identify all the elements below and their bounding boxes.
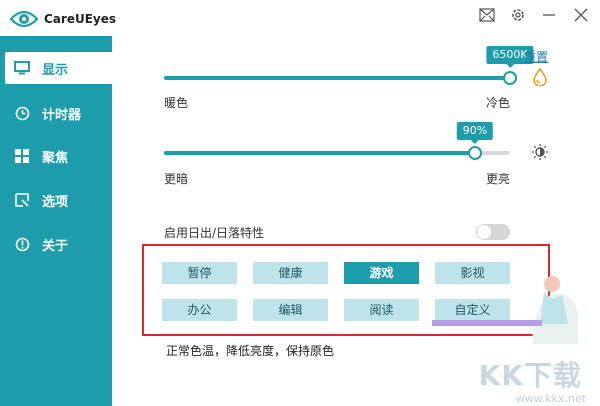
slider-thumb[interactable] [468,146,482,160]
monitor-icon [14,60,30,76]
person-illustration [532,276,578,344]
display-settings-panel: 6500K 重置 暖色 冷色 90% 更暗 更亮 启用日出/日落特性 暂停 健康… [112,36,600,406]
mode-description: 正常色温，降低亮度，保持原色 [166,344,335,358]
mode-button-office[interactable]: 办公 [162,299,237,321]
info-icon [14,236,30,252]
mode-button-custom[interactable]: 自定义 [435,299,510,321]
watermark-url: www.kkx.net [515,392,586,405]
sidebar-item-display[interactable]: 显示 [5,52,112,84]
eye-logo-icon [10,9,38,29]
sunrise-sunset-toggle[interactable] [476,224,510,240]
sidebar-item-label: 选项 [42,194,69,210]
toggle-knob [477,225,491,239]
sidebar-item-label: 显示 [42,62,69,78]
drop-icon [532,67,548,89]
app-brand: CareUEyes [10,6,116,32]
slider-fill [164,151,475,155]
close-icon[interactable] [572,6,590,24]
brightness-value-tooltip: 90% [456,122,494,144]
gear-icon[interactable] [509,6,527,24]
sidebar-item-label: 聚焦 [42,150,69,166]
app-title: CareUEyes [44,12,117,26]
brightness-slider[interactable] [164,145,510,161]
mode-button-health[interactable]: 健康 [253,262,328,284]
mode-button-pause[interactable]: 暂停 [162,262,237,284]
sidebar-item-focus[interactable]: 聚焦 [0,140,112,172]
brighter-label: 更亮 [486,172,511,186]
options-icon [14,192,30,208]
color-temp-slider[interactable] [164,70,517,86]
desk-illustration [432,320,542,326]
mode-button-edit[interactable]: 编辑 [253,299,328,321]
slider-thumb[interactable] [503,71,517,85]
sunrise-sunset-label: 启用日出/日落特性 [164,226,265,240]
clock-icon [14,105,30,121]
cool-label: 冷色 [486,96,511,110]
sidebar-item-label: 计时器 [42,107,82,123]
minimize-icon[interactable] [540,6,558,24]
watermark-logo: KK下载 [478,359,582,392]
mail-icon[interactable] [478,6,496,24]
sidebar-item-timer[interactable]: 计时器 [0,97,112,129]
windows-icon [14,148,30,164]
warm-label: 暖色 [164,96,189,110]
reset-link[interactable]: 重置 [524,48,548,65]
slider-fill [164,76,510,80]
mode-button-game[interactable]: 游戏 [344,262,419,284]
sidebar-item-options[interactable]: 选项 [0,184,112,216]
sidebar-item-about[interactable]: 关于 [0,228,112,260]
mode-button-reading[interactable]: 阅读 [344,299,419,321]
darker-label: 更暗 [164,172,189,186]
sidebar-item-label: 关于 [42,238,69,254]
brightness-icon [531,143,549,164]
sidebar: 显示 计时器 聚焦 选项 关于 [0,0,112,406]
mode-button-movie[interactable]: 影视 [435,262,510,284]
